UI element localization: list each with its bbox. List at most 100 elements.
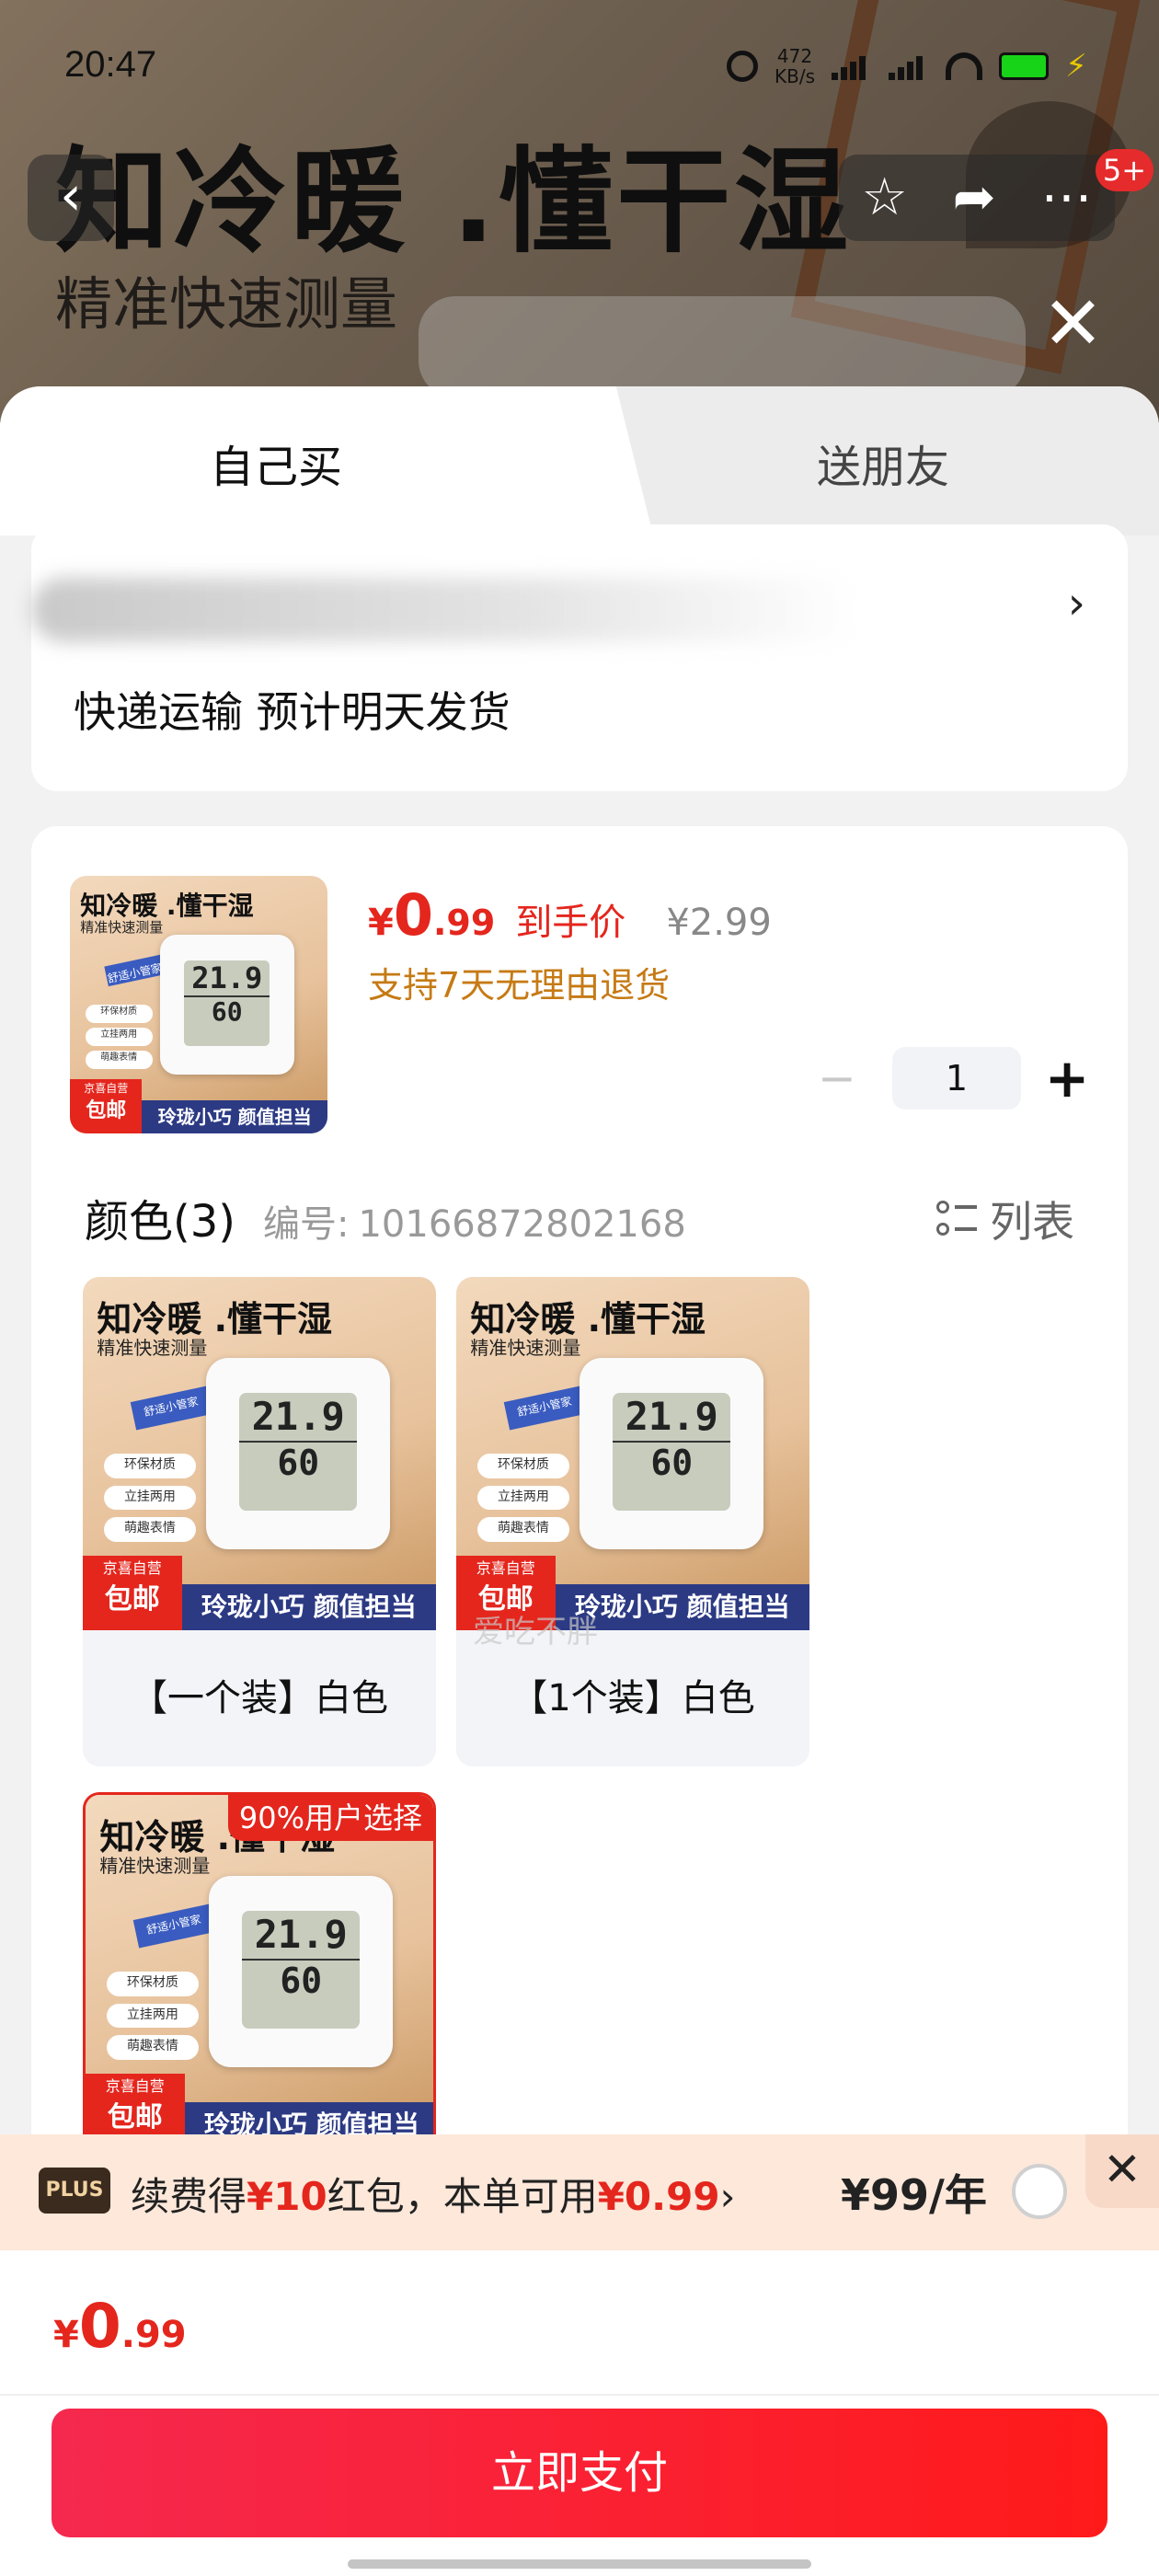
- promo-text-a: 续费得: [131, 2174, 247, 2219]
- lcd-humidity: 60: [613, 1440, 731, 1483]
- image-tag: 舒适小管家: [130, 1386, 212, 1430]
- status-icons: 472 KB/s ⚡: [727, 46, 1093, 86]
- color-section-header: 颜色(3) 编号: 10166872802168: [85, 1185, 686, 1249]
- lcd-humidity: 60: [184, 995, 270, 1027]
- tab-buy-for-self[interactable]: 自己买: [210, 431, 342, 495]
- star-icon[interactable]: ☆: [861, 155, 907, 241]
- watermark: 爱吃不胖: [473, 1614, 598, 1650]
- lcd-temp: 21.9: [625, 1393, 718, 1439]
- thermometer-device: 21.9 60: [580, 1358, 764, 1549]
- total-price: ¥ 0 .99: [53, 2291, 187, 2362]
- more-icon[interactable]: ⋯: [1041, 155, 1093, 241]
- return-policy: 支持7天无理由退货: [368, 965, 671, 1006]
- product-code-label: 编号:: [263, 1203, 350, 1246]
- color-option[interactable]: 知冷暖 .懂干湿 精准快速测量 舒适小管家 环保材质 立挂两用 萌趣表情 21.…: [456, 1277, 809, 1766]
- product-code: 10166872802168: [358, 1203, 686, 1246]
- net-speed: 472 KB/s: [775, 46, 815, 86]
- status-time: 20:47: [64, 44, 157, 85]
- image-tag: 舒适小管家: [132, 1903, 215, 1948]
- image-red-small: 京喜自营: [105, 2077, 165, 2096]
- color-title: 颜色(3): [85, 1196, 235, 1248]
- chevron-right-icon: ›: [1067, 578, 1085, 629]
- image-pill: 立挂两用: [477, 1485, 569, 1511]
- option-image: 知冷暖 .懂干湿 精准快速测量 舒适小管家 环保材质 立挂两用 萌趣表情 21.…: [86, 1795, 433, 2148]
- decrease-button[interactable]: −: [809, 1052, 865, 1105]
- image-pill: 立挂两用: [104, 1485, 196, 1511]
- image-red-large: 包邮: [107, 2101, 163, 2134]
- image-bottom-bar: 玲珑小巧 颜值担当: [142, 1099, 327, 1133]
- image-subtitle: 精准快速测量: [80, 918, 164, 936]
- image-subtitle: 精准快速测量: [97, 1337, 208, 1360]
- image-red-small: 京喜自营: [476, 1559, 535, 1578]
- close-sheet-button[interactable]: ✕: [1042, 287, 1104, 361]
- plus-promo-bar[interactable]: PLUS 续费得¥10红包，本单可用¥0.99› ¥99/年 ✕: [0, 2134, 1159, 2250]
- thermometer-device: 21.9 60: [160, 935, 294, 1075]
- option-label: 【一个装】白色: [131, 1677, 388, 1719]
- alarm-icon: [727, 51, 758, 82]
- increase-button[interactable]: +: [1039, 1047, 1095, 1110]
- image-pill: 萌趣表情: [85, 1051, 153, 1069]
- image-pill: 环保材质: [477, 1454, 569, 1478]
- charging-icon: ⚡: [1065, 48, 1087, 85]
- pay-now-button[interactable]: 立即支付: [52, 2409, 1107, 2537]
- original-price: ¥2.99: [666, 902, 772, 944]
- promo-text: 续费得¥10红包，本单可用¥0.99›: [131, 2166, 735, 2222]
- image-red-small: 京喜自营: [84, 1082, 129, 1096]
- address-card[interactable]: › 快递运输 预计明天发货: [31, 524, 1128, 791]
- lcd-temp: 21.9: [251, 1393, 345, 1439]
- list-view-toggle[interactable]: 列表: [936, 1189, 1074, 1249]
- nav-action-group: ☆ ➦ ⋯: [839, 155, 1115, 241]
- image-pill: 环保材质: [104, 1454, 196, 1478]
- plus-annual-price: ¥99/年: [841, 2170, 987, 2220]
- lcd-humidity: 60: [242, 1958, 361, 2001]
- back-button[interactable]: ‹: [28, 155, 114, 241]
- signal-icon: [832, 52, 872, 80]
- image-pill: 环保材质: [85, 1005, 153, 1023]
- total-symbol: ¥: [53, 2314, 79, 2356]
- image-red-large: 包邮: [86, 1099, 127, 1123]
- shipping-info: 快递运输 预计明天发货: [74, 687, 511, 737]
- promo-red-amount: ¥10: [247, 2174, 327, 2219]
- tab-gift-friend[interactable]: 送朋友: [817, 431, 949, 495]
- blurred-address: [31, 578, 859, 642]
- list-icon: [936, 1199, 977, 1239]
- image-red-large: 包邮: [104, 1583, 160, 1616]
- image-pill: 环保材质: [107, 1972, 199, 1996]
- color-option[interactable]: 知冷暖 .懂干湿 精准快速测量 舒适小管家 环保材质 立挂两用 萌趣表情 21.…: [83, 1277, 436, 1766]
- total-decimal: .99: [120, 2314, 187, 2356]
- image-pill: 萌趣表情: [107, 2035, 199, 2060]
- message-badge: 5+: [1095, 149, 1153, 191]
- option-image: 知冷暖 .懂干湿 精准快速测量 舒适小管家 环保材质 立挂两用 萌趣表情 21.…: [456, 1277, 809, 1630]
- image-tag: 舒适小管家: [104, 955, 165, 987]
- plus-member-icon: PLUS: [39, 2168, 110, 2214]
- chevron-right-icon: ›: [719, 2174, 736, 2219]
- net-speed-unit: KB/s: [775, 65, 815, 87]
- price-row: ¥ 0 .99 到手价 ¥2.99: [368, 881, 772, 949]
- promo-usable-amount: ¥0.99: [597, 2174, 720, 2219]
- color-option-selected[interactable]: 90%用户选择 知冷暖 .懂干湿 精准快速测量 舒适小管家 环保材质 立挂两用 …: [83, 1792, 436, 2179]
- chevron-left-icon: ‹: [60, 164, 82, 228]
- signal-icon: [889, 52, 929, 80]
- share-icon[interactable]: ➦: [953, 155, 996, 241]
- promo-close-button[interactable]: ✕: [1085, 2134, 1159, 2208]
- image-pill: 萌趣表情: [477, 1517, 569, 1542]
- image-subtitle: 精准快速测量: [99, 1855, 211, 1878]
- divider: [0, 2394, 1159, 2396]
- battery-icon: [999, 52, 1049, 80]
- price-decimal: .99: [432, 903, 496, 943]
- product-thumbnail: 知冷暖 .懂干湿 精准快速测量 舒适小管家 环保材质 立挂两用 萌趣表情 21.…: [70, 876, 327, 1133]
- price-symbol: ¥: [368, 902, 394, 944]
- list-view-label: 列表: [990, 1197, 1074, 1247]
- quantity-input[interactable]: 1: [892, 1047, 1021, 1110]
- product-card: 知冷暖 .懂干湿 精准快速测量 舒适小管家 环保材质 立挂两用 萌趣表情 21.…: [31, 826, 1128, 2298]
- image-pill: 立挂两用: [85, 1028, 153, 1046]
- checkout-footer: ¥ 0 .99 立即支付: [0, 2250, 1159, 2576]
- popular-choice-badge: 90%用户选择: [227, 1795, 433, 1841]
- home-indicator[interactable]: [348, 2559, 811, 2569]
- image-pill: 萌趣表情: [104, 1517, 196, 1542]
- plus-select-radio[interactable]: [1012, 2164, 1067, 2219]
- net-speed-value: 472: [776, 45, 813, 67]
- status-bar: 20:47 472 KB/s ⚡: [0, 37, 1159, 101]
- image-red-small: 京喜自营: [102, 1559, 162, 1578]
- image-subtitle: 精准快速测量: [470, 1337, 581, 1360]
